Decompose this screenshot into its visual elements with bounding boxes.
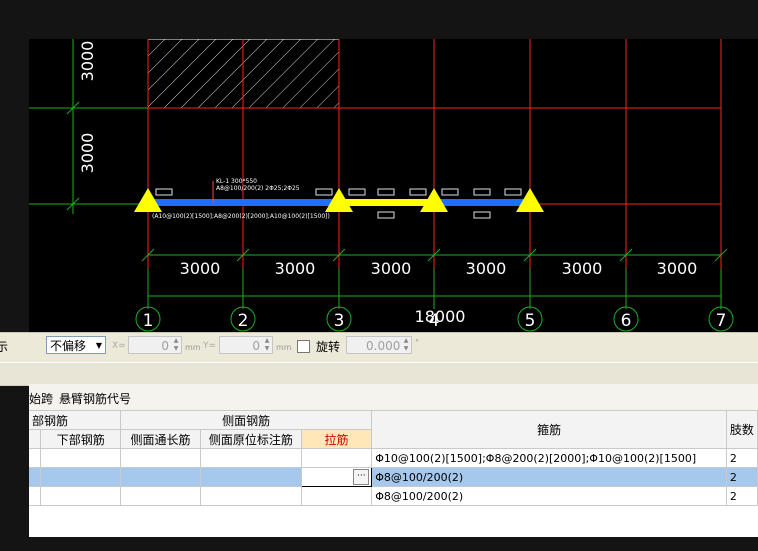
offset-select[interactable]: 不偏移 ▼ <box>46 336 106 354</box>
header-tie[interactable]: 拉筋 <box>300 429 373 449</box>
legs-cell[interactable]: 2 <box>725 448 758 468</box>
beam-span-3[interactable] <box>434 199 530 206</box>
stirrup-cell[interactable]: Φ10@100(2)[1500];Φ8@200(2)[2000];Φ10@100… <box>371 448 727 468</box>
tab-cantilever-code[interactable]: 悬臂钢筋代号 <box>59 390 131 407</box>
drawing-svg[interactable]: 3000 3000 KL-1 300*550 A8@100/200(2) 2Φ2… <box>29 39 758 332</box>
offset-select-value: 不偏移 <box>50 339 87 353</box>
x-label: X= <box>112 341 126 351</box>
rotate-label: 旋转 <box>316 340 341 354</box>
dim-horizontal-4: 3000 <box>466 259 507 278</box>
coordinate-toolbar: 示 不偏移 ▼ X= 0 ▲ ▼ mm Y= 0 ▲ ▼ mm 旋转 0.000 ▲… <box>0 332 758 363</box>
rotate-input-value: 0.000 <box>366 339 401 353</box>
dim-vertical-1: 3000 <box>78 41 97 82</box>
dim-horizontal-6: 3000 <box>657 259 698 278</box>
axis-label-3: 3 <box>334 311 345 331</box>
rotate-input[interactable]: 0.000 ▲ ▼ <box>346 336 412 354</box>
ellipsis-button[interactable]: ··· <box>353 469 370 485</box>
rotate-spinner-icon[interactable]: ▲ ▼ <box>401 337 411 353</box>
header-bottom-group: 部钢筋 <box>29 410 122 430</box>
y-input[interactable]: 0 ▲ ▼ <box>219 336 273 354</box>
rotate-checkbox[interactable] <box>297 340 310 353</box>
toolbar-strip <box>0 362 758 386</box>
beam-label-2: A8@100/200(2) 2Φ25;2Φ25 <box>216 185 300 192</box>
stirrup-cell[interactable]: Φ8@100/200(2) <box>371 467 727 487</box>
x-input-value: 0 <box>161 339 169 353</box>
table-header-row-1: 部钢筋 侧面钢筋 箍筋 肢数 <box>29 410 758 449</box>
header-legs[interactable]: 肢数 <box>725 410 758 449</box>
dim-horizontal-5: 3000 <box>562 259 603 278</box>
x-input[interactable]: 0 ▲ ▼ <box>128 336 182 354</box>
legs-cell[interactable]: 2 <box>725 486 758 506</box>
axis-label-7: 7 <box>716 311 727 331</box>
app-window: 3000 3000 KL-1 300*550 A8@100/200(2) 2Φ2… <box>0 0 758 551</box>
chevron-down-icon: ▼ <box>95 341 102 350</box>
degree-unit: ° <box>415 338 419 347</box>
x-unit: mm <box>185 343 201 352</box>
beam-span-1[interactable] <box>148 199 339 206</box>
dim-horizontal-2: 3000 <box>275 259 316 278</box>
table-row[interactable]: Φ10@100(2)[1500];Φ8@200(2)[2000];Φ10@100… <box>29 448 758 468</box>
tab-start-span[interactable]: 始跨 <box>29 390 53 407</box>
beam-label-1: KL-1 300*550 <box>216 178 257 185</box>
axis-label-4: 4 <box>429 311 440 331</box>
table-row-selected[interactable]: ··· Φ8@100/200(2) 2 <box>29 467 758 487</box>
y-spinner-icon[interactable]: ▲ ▼ <box>262 337 272 353</box>
x-spinner-icon[interactable]: ▲ ▼ <box>171 337 181 353</box>
axis-label-6: 6 <box>621 311 632 331</box>
tab-bar: 始跨 悬臂钢筋代号 <box>29 384 758 410</box>
beam-bottom-note: (A10@100(2)[1500];A8@200(2)[2000];A10@10… <box>152 213 330 220</box>
toolbar-cut-label: 示 <box>0 340 9 354</box>
dim-vertical-2: 3000 <box>78 133 97 174</box>
beam-span-2[interactable] <box>339 199 434 206</box>
header-stirrup[interactable]: 箍筋 <box>371 410 727 449</box>
dim-horizontal-3: 3000 <box>371 259 412 278</box>
rebar-table-grid: 部钢筋 侧面钢筋 箍筋 肢数 下部钢筋 侧面通长筋 侧面原位标注筋 拉筋 Φ10… <box>29 410 758 506</box>
stirrup-cell[interactable]: Φ8@100/200(2) <box>371 486 727 506</box>
drawing-canvas[interactable]: 3000 3000 KL-1 300*550 A8@100/200(2) 2Φ2… <box>29 39 758 332</box>
header-side-long[interactable]: 侧面通长筋 <box>120 429 201 449</box>
table-row[interactable]: Φ8@100/200(2) 2 <box>29 486 758 506</box>
dim-horizontal-1: 3000 <box>180 259 221 278</box>
header-bottom-rebar[interactable]: 下部钢筋 <box>40 429 122 449</box>
y-label: Y= <box>203 341 217 351</box>
y-input-value: 0 <box>252 339 260 353</box>
tie-edit-cell[interactable]: ··· <box>300 467 373 487</box>
header-side-mark[interactable]: 侧面原位标注筋 <box>199 429 302 449</box>
header-blank <box>29 429 42 449</box>
dim-total: 18000 <box>415 307 466 326</box>
axis-label-5: 5 <box>525 311 536 331</box>
axis-label-2: 2 <box>238 311 249 331</box>
legs-cell[interactable]: 2 <box>725 467 758 487</box>
axis-label-1: 1 <box>143 311 154 331</box>
y-unit: mm <box>276 343 292 352</box>
rebar-table: 部钢筋 侧面钢筋 箍筋 肢数 下部钢筋 侧面通长筋 侧面原位标注筋 拉筋 Φ10… <box>29 410 758 537</box>
header-side-group: 侧面钢筋 <box>120 410 373 430</box>
